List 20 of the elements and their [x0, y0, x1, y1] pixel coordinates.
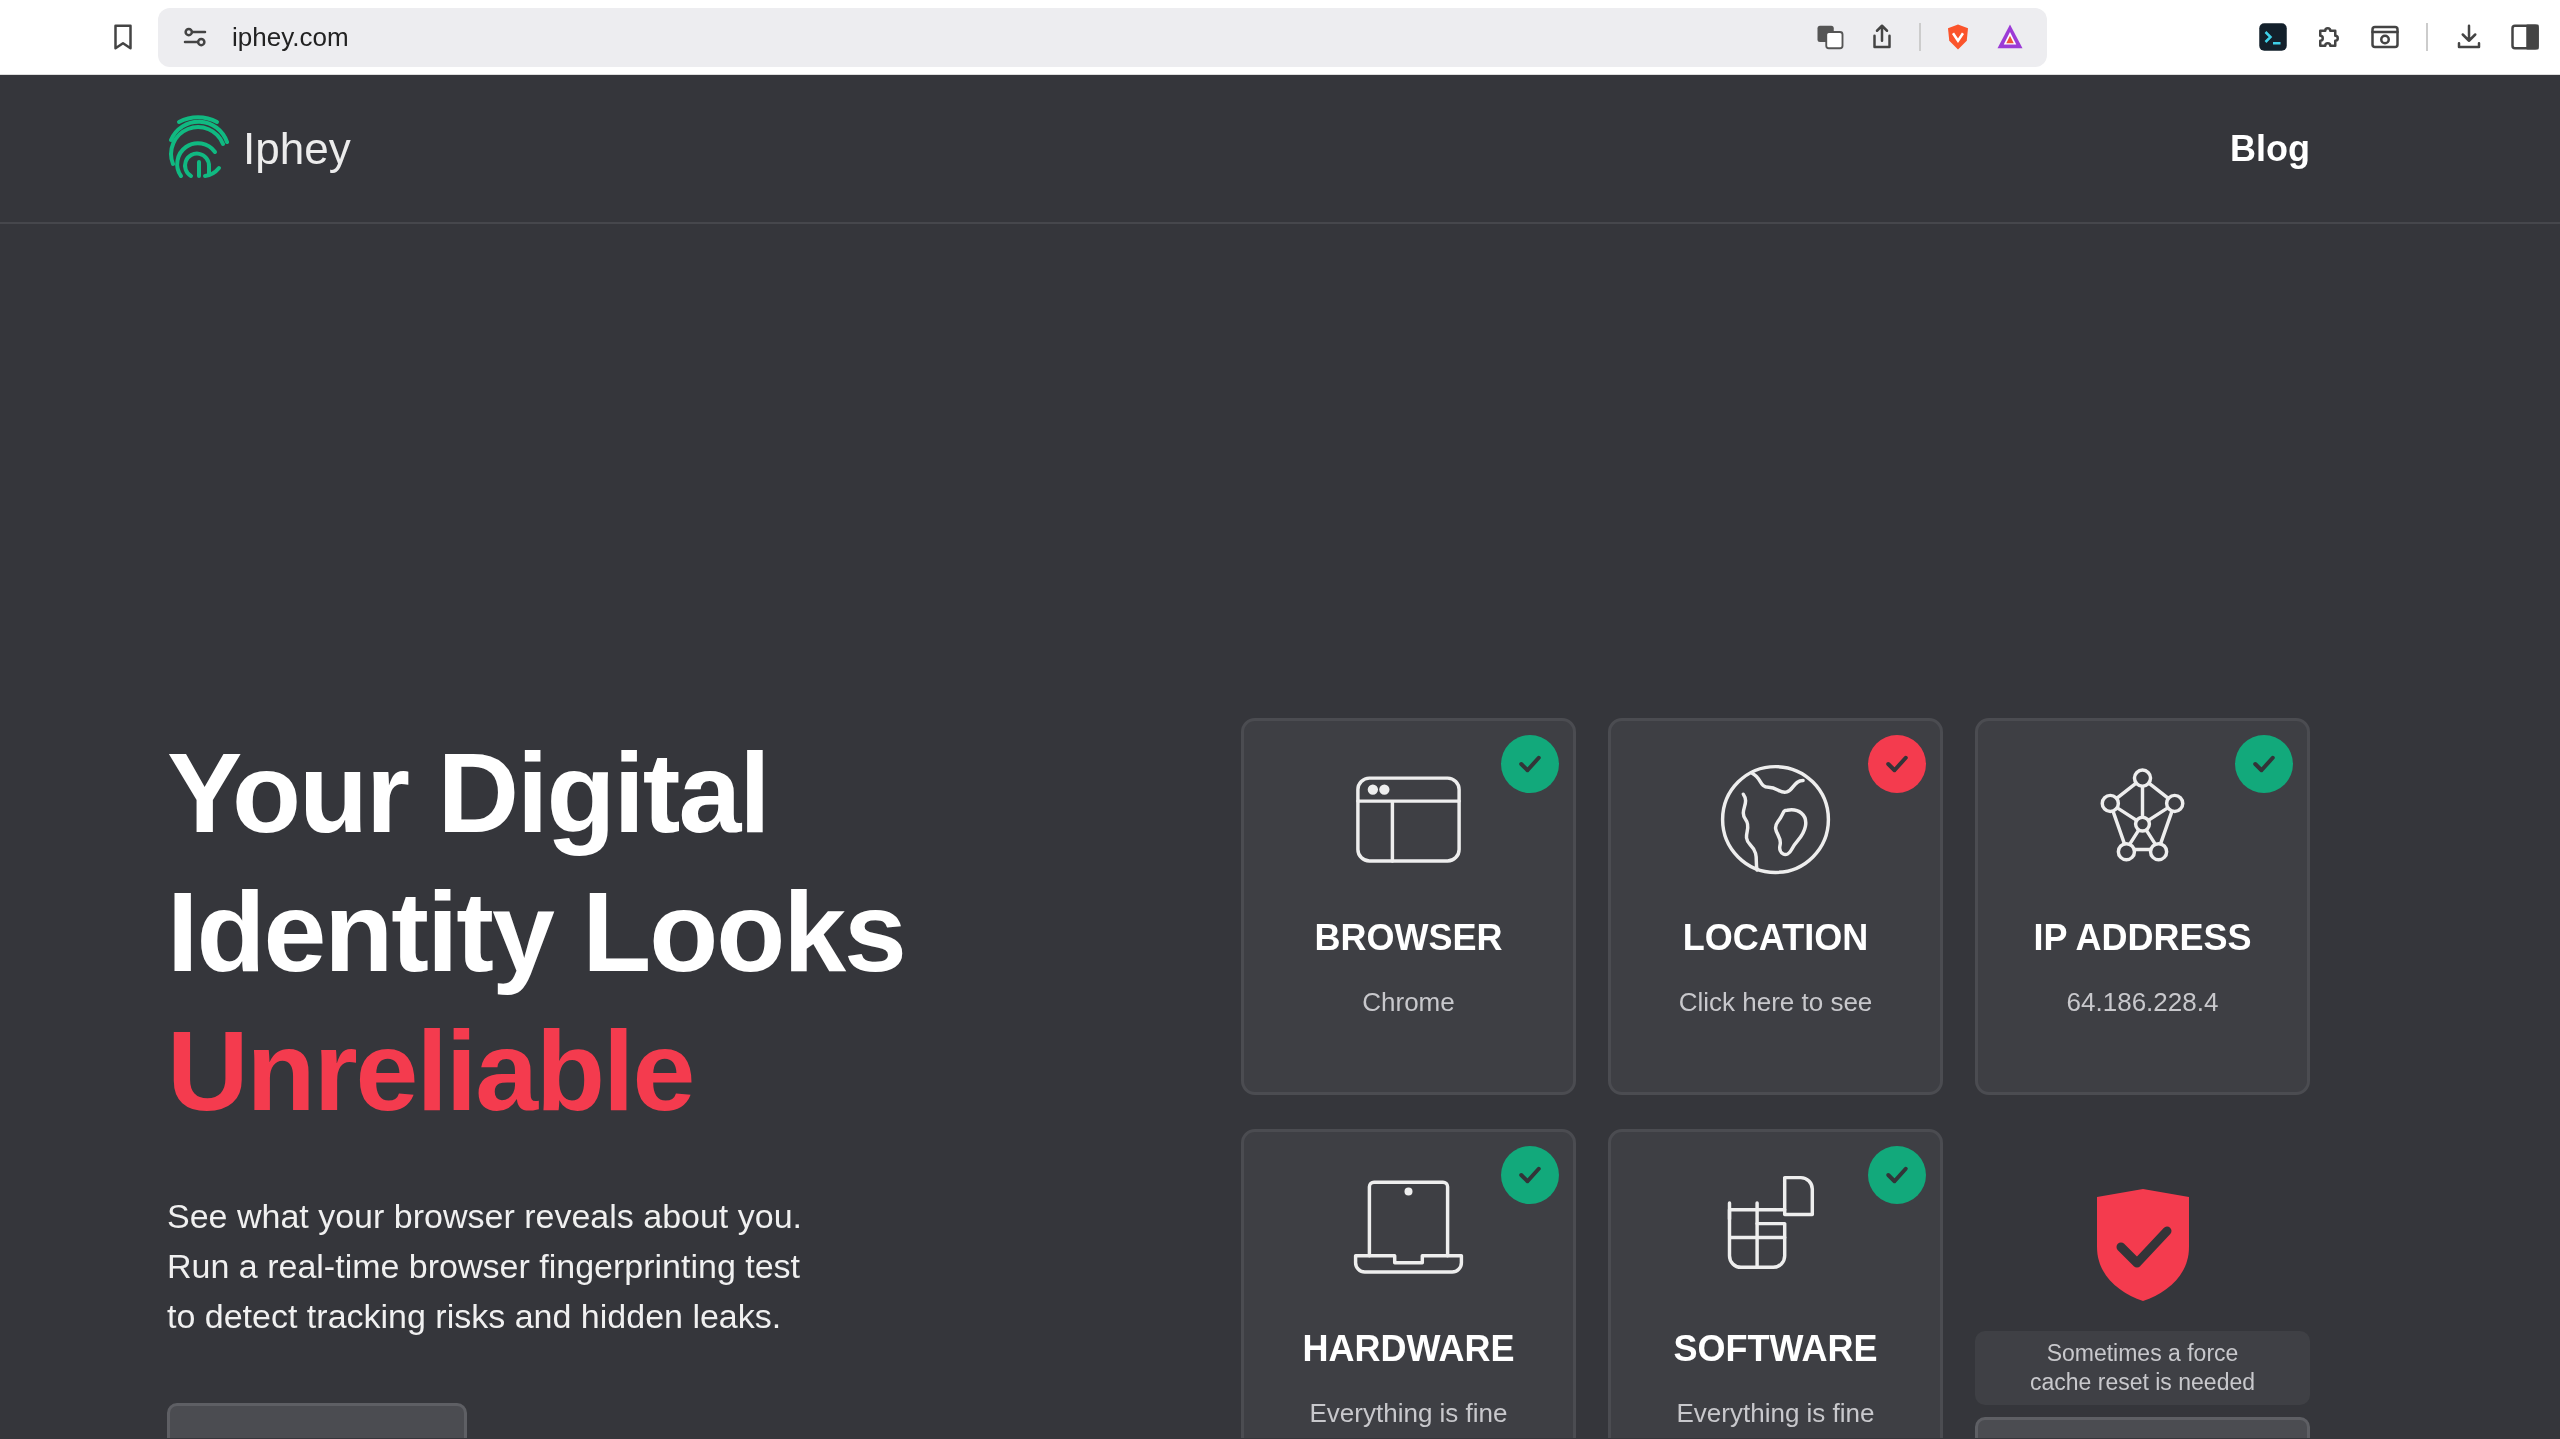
hero-heading: Your Digital Identity Looks Unreliable [167, 729, 906, 1136]
cache-note: Sometimes a force cache reset is needed [1975, 1331, 2310, 1405]
card-title: BROWSER [1314, 917, 1503, 959]
card-value: Everything is fine [1309, 1398, 1508, 1429]
terminal-icon[interactable] [2258, 22, 2288, 52]
nav-link[interactable]: Blog [2230, 127, 2310, 169]
card-value: Chrome [1362, 987, 1455, 1018]
hero-description: See what your browser reveals about you. Run a real-time browser fingerprinting test to detect tracking risks and hidden leaks. [167, 1196, 803, 1337]
url-text: iphey.com [232, 21, 350, 53]
globe-icon [1718, 762, 1833, 877]
card-title: IP ADDRESS [2033, 917, 2252, 959]
card-title: SOFTWARE [1673, 1328, 1878, 1370]
logo-text[interactable]: Iphey [243, 123, 351, 174]
card-title: LOCATION [1682, 917, 1869, 959]
address-bar[interactable]: iphey.com [158, 7, 2047, 67]
card-value: 64.186.228.4 [2066, 987, 2219, 1018]
reveal-link[interactable]: Click here to see [1678, 987, 1873, 1018]
card-value: Everything is fine [1676, 1398, 1875, 1429]
card-title: HARDWARE [1302, 1328, 1515, 1370]
sidebar-icon[interactable] [2510, 22, 2540, 52]
